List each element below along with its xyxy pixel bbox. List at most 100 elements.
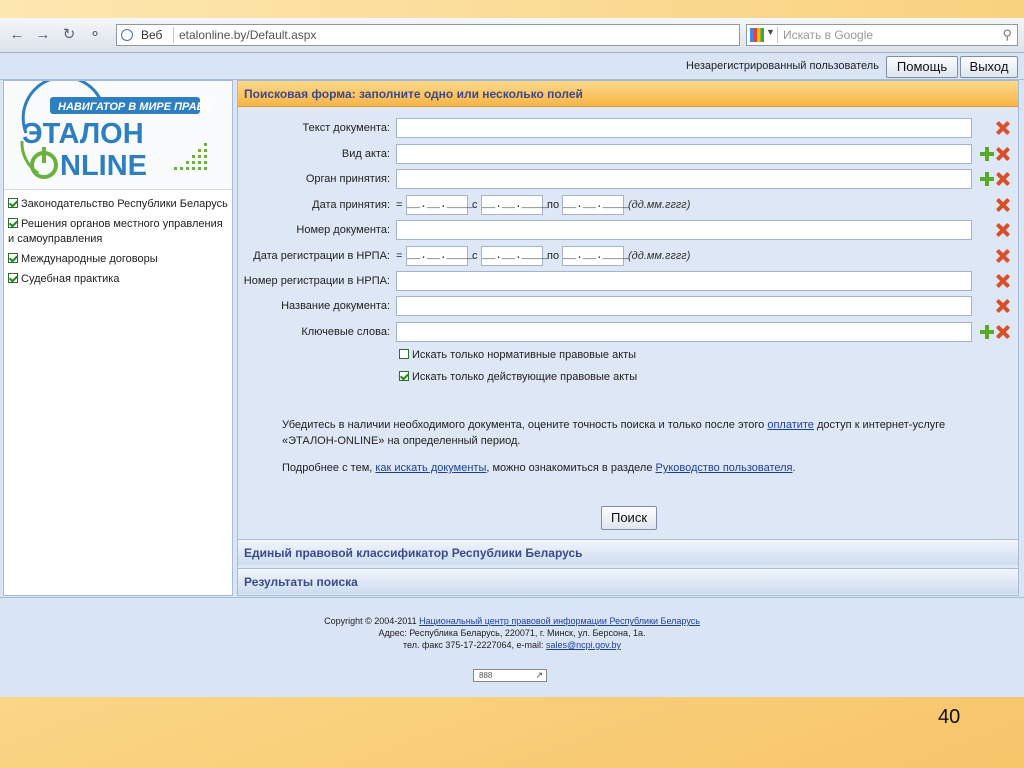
doc-name-input[interactable] bbox=[396, 296, 972, 316]
search-panel: Поисковая форма: заполните одно или неск… bbox=[237, 80, 1019, 596]
engine-dropdown-icon[interactable]: ▼ bbox=[766, 27, 775, 37]
category-checkbox[interactable] bbox=[8, 253, 18, 263]
clear-organ-icon[interactable] bbox=[996, 172, 1010, 186]
category-item[interactable]: Международные договоры bbox=[8, 252, 230, 267]
category-checkbox[interactable] bbox=[8, 218, 18, 228]
act-type-label: Вид акта: bbox=[341, 148, 390, 160]
reg-number-input[interactable] bbox=[396, 271, 972, 291]
browser-toolbar: ← → ↻ ⚬ Веб etalonline.by/Default.aspx ▼… bbox=[0, 18, 1024, 53]
reg-date-from-input[interactable]: __.__.____ bbox=[481, 246, 548, 266]
category-item[interactable]: Решения органов местного управления и са… bbox=[8, 217, 230, 247]
category-checkbox[interactable] bbox=[8, 273, 18, 283]
page-footer: Copyright © 2004-2011 Национальный центр… bbox=[0, 597, 1024, 697]
classifier-section[interactable]: Единый правовой классификатор Республики… bbox=[238, 539, 1018, 565]
url-text[interactable]: etalonline.by/Default.aspx bbox=[179, 28, 316, 42]
user-status: Незарегистрированный пользователь bbox=[686, 60, 879, 72]
back-arrow-icon[interactable]: ← bbox=[8, 26, 26, 44]
category-label[interactable]: Международные договоры bbox=[21, 253, 158, 265]
user-guide-link[interactable]: Руководство пользователя bbox=[656, 462, 793, 474]
adoption-date-exact-input[interactable]: __.__.____ bbox=[406, 195, 473, 215]
clear-act-type-icon[interactable] bbox=[996, 147, 1010, 161]
clear-reg-number-icon[interactable] bbox=[996, 274, 1010, 288]
help-note: Подробнее с тем, как искать документы, м… bbox=[282, 460, 1002, 476]
payment-note: Убедитесь в наличии необходимого докумен… bbox=[282, 417, 1002, 449]
category-checkbox[interactable] bbox=[8, 198, 18, 208]
reg-date-exact-input[interactable]: __.__.____ bbox=[406, 246, 473, 266]
search-icon[interactable]: ⚲ bbox=[1002, 27, 1012, 43]
google-logo-icon[interactable] bbox=[750, 28, 764, 42]
reg-number-label: Номер регистрации в НРПА: bbox=[243, 275, 390, 287]
field-row-doc-name: Название документа: bbox=[238, 296, 1018, 318]
normative-only-option[interactable]: Искать только нормативные правовые акты bbox=[399, 349, 636, 361]
clear-doc-name-icon[interactable] bbox=[996, 299, 1010, 313]
logo-line2: NLINE bbox=[60, 150, 147, 182]
reg-from-label: с bbox=[472, 250, 478, 262]
etalon-online-logo[interactable]: НАВИГАТОР В МИРЕ ПРАВА ЭТАЛОН NLINE bbox=[4, 75, 232, 190]
copyright-line: Copyright © 2004-2011 Национальный центр… bbox=[0, 615, 1024, 627]
active-only-label[interactable]: Искать только действующие правовые акты bbox=[412, 371, 637, 383]
category-item[interactable]: Судебная практика bbox=[8, 272, 230, 287]
act-type-input[interactable] bbox=[396, 144, 972, 164]
logo-line1: ЭТАЛОН bbox=[22, 118, 144, 150]
contacts-line: тел. факс 375-17-2227064, e-mail: sales@… bbox=[0, 639, 1024, 651]
reload-icon[interactable]: ↻ bbox=[60, 26, 78, 44]
sidebar: НАВИГАТОР В МИРЕ ПРАВА ЭТАЛОН NLINE Зако… bbox=[3, 75, 233, 596]
forward-arrow-icon[interactable]: → bbox=[34, 26, 52, 44]
reg-date-label: Дата регистрации в НРПА: bbox=[253, 250, 390, 262]
logo-graphic: НАВИГАТОР В МИРЕ ПРАВА ЭТАЛОН NLINE bbox=[20, 75, 212, 182]
results-section[interactable]: Результаты поиска bbox=[238, 568, 1018, 594]
adoption-date-label: Дата принятия: bbox=[312, 199, 390, 211]
how-to-search-link[interactable]: как искать документы bbox=[375, 462, 486, 474]
address-bar[interactable]: Веб etalonline.by/Default.aspx bbox=[116, 24, 740, 46]
add-organ-icon[interactable] bbox=[980, 172, 994, 186]
address-separator bbox=[173, 27, 174, 43]
category-item[interactable]: Законодательство Республики Беларусь bbox=[8, 197, 230, 212]
adoption-date-format: (дд.мм.гггг) bbox=[628, 199, 691, 211]
organ-input[interactable] bbox=[396, 169, 972, 189]
form-title: Поисковая форма: заполните одно или неск… bbox=[238, 81, 1018, 107]
help-note-end: . bbox=[792, 462, 796, 474]
doc-text-input[interactable] bbox=[396, 118, 972, 138]
clear-doc-number-icon[interactable] bbox=[996, 223, 1010, 237]
field-row-reg-date: Дата регистрации в НРПА: = __.__.____ с … bbox=[238, 246, 1018, 268]
field-row-doc-number: Номер документа: bbox=[238, 220, 1018, 242]
clear-reg-date-icon[interactable] bbox=[996, 249, 1010, 263]
payment-note-text: Убедитесь в наличии необходимого докумен… bbox=[282, 419, 768, 431]
field-row-keywords: Ключевые слова: bbox=[238, 322, 1018, 344]
google-search-box[interactable]: ▼ Искать в Google ⚲ bbox=[746, 24, 1018, 46]
organ-label: Орган принятия: bbox=[305, 173, 390, 185]
key-icon[interactable]: ⚬ bbox=[86, 26, 104, 44]
add-act-type-icon[interactable] bbox=[980, 147, 994, 161]
search-placeholder[interactable]: Искать в Google bbox=[783, 28, 873, 42]
clear-keywords-icon[interactable] bbox=[996, 325, 1010, 339]
normative-only-checkbox[interactable] bbox=[399, 349, 409, 359]
keywords-input[interactable] bbox=[396, 322, 972, 342]
doc-number-input[interactable] bbox=[396, 220, 972, 240]
active-only-checkbox[interactable] bbox=[399, 371, 409, 381]
adoption-date-to-input[interactable]: __.__.____ bbox=[562, 195, 629, 215]
pay-link[interactable]: оплатите bbox=[767, 419, 814, 431]
contacts-text: тел. факс 375-17-2227064, e-mail: bbox=[402, 640, 546, 650]
doc-number-label: Номер документа: bbox=[296, 224, 390, 236]
logout-button[interactable]: Выход bbox=[960, 56, 1018, 78]
email-link[interactable]: sales@ncpi.gov.by bbox=[546, 640, 621, 650]
add-keywords-icon[interactable] bbox=[980, 325, 994, 339]
org-link[interactable]: Национальный центр правовой информации Р… bbox=[419, 616, 700, 626]
search-button[interactable]: Поиск bbox=[601, 506, 657, 530]
category-label[interactable]: Законодательство Республики Беларусь bbox=[21, 198, 228, 210]
category-list: Законодательство Республики Беларусь Реш… bbox=[8, 197, 230, 292]
help-button[interactable]: Помощь bbox=[886, 56, 958, 78]
help-note-middle: , можно ознакомиться в разделе bbox=[486, 462, 656, 474]
adoption-to-label: по bbox=[547, 199, 560, 211]
clear-doc-text-icon[interactable] bbox=[996, 121, 1010, 135]
reg-date-to-input[interactable]: __.__.____ bbox=[562, 246, 629, 266]
active-only-option[interactable]: Искать только действующие правовые акты bbox=[399, 371, 637, 383]
visit-counter[interactable]: 888 ↗ bbox=[473, 669, 547, 682]
logo-tagline: НАВИГАТОР В МИРЕ ПРАВА bbox=[58, 101, 212, 113]
category-label[interactable]: Решения органов местного управления и са… bbox=[8, 218, 223, 245]
adoption-date-from-input[interactable]: __.__.____ bbox=[481, 195, 548, 215]
field-row-organ: Орган принятия: bbox=[238, 169, 1018, 191]
category-label[interactable]: Судебная практика bbox=[21, 273, 119, 285]
normative-only-label[interactable]: Искать только нормативные правовые акты bbox=[412, 349, 636, 361]
clear-adoption-date-icon[interactable] bbox=[996, 198, 1010, 212]
